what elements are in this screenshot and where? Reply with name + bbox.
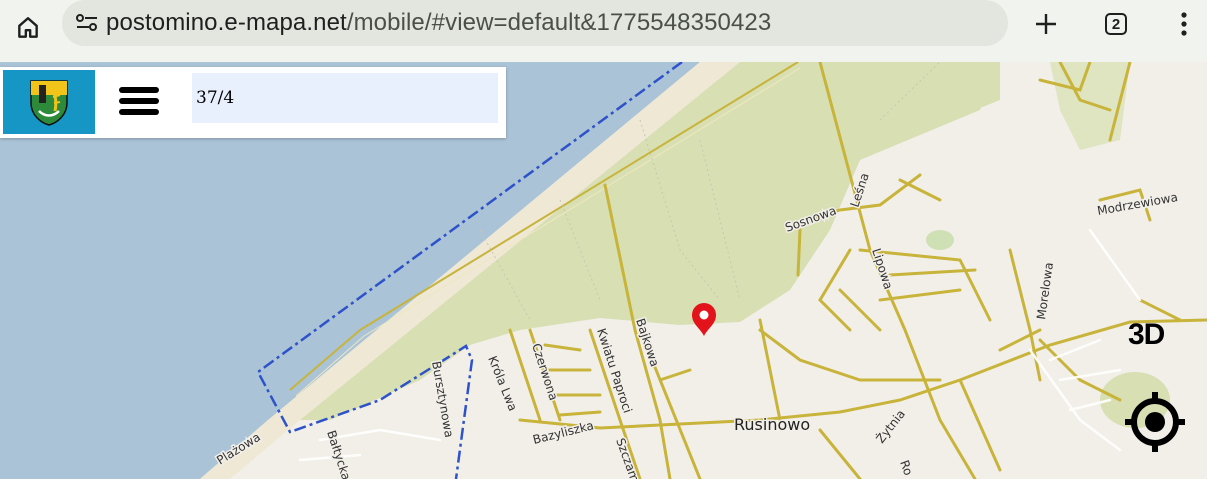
coat-of-arms-icon[interactable] [3,70,95,134]
tab-count: 2 [1111,15,1121,33]
address-bar[interactable]: postomino.e-mapa.net/mobile/#view=defaul… [62,0,1008,46]
crosshair-locate-icon [1125,392,1185,452]
place-label-rusinowo: Rusinowo [734,415,810,434]
plus-icon [1036,14,1056,34]
tab-switcher-button[interactable]: 2 [1094,2,1138,46]
map-toolbar [0,67,506,138]
view-3d-button[interactable]: 3D [1128,318,1165,352]
tab-switcher-icon: 2 [1105,13,1127,35]
url-text[interactable]: postomino.e-mapa.net/mobile/#view=defaul… [106,9,771,37]
overflow-menu-icon [1181,12,1187,36]
hamburger-menu-button[interactable] [116,83,162,123]
search-input[interactable] [192,73,498,123]
url-host: postomino.e-mapa.net [106,9,347,36]
hamburger-line [119,98,159,104]
home-button[interactable] [6,6,50,50]
home-icon [18,17,38,38]
hamburger-line [119,109,159,115]
locate-me-button[interactable] [1122,389,1188,455]
new-tab-button[interactable] [1024,2,1068,46]
url-path: /mobile/#view=default&1775548350423 [346,9,772,36]
browser-toolbar: postomino.e-mapa.net/mobile/#view=defaul… [0,0,1207,62]
overflow-menu-button[interactable] [1162,2,1206,46]
hamburger-menu-icon [119,87,159,93]
site-settings-icon[interactable] [74,10,100,36]
